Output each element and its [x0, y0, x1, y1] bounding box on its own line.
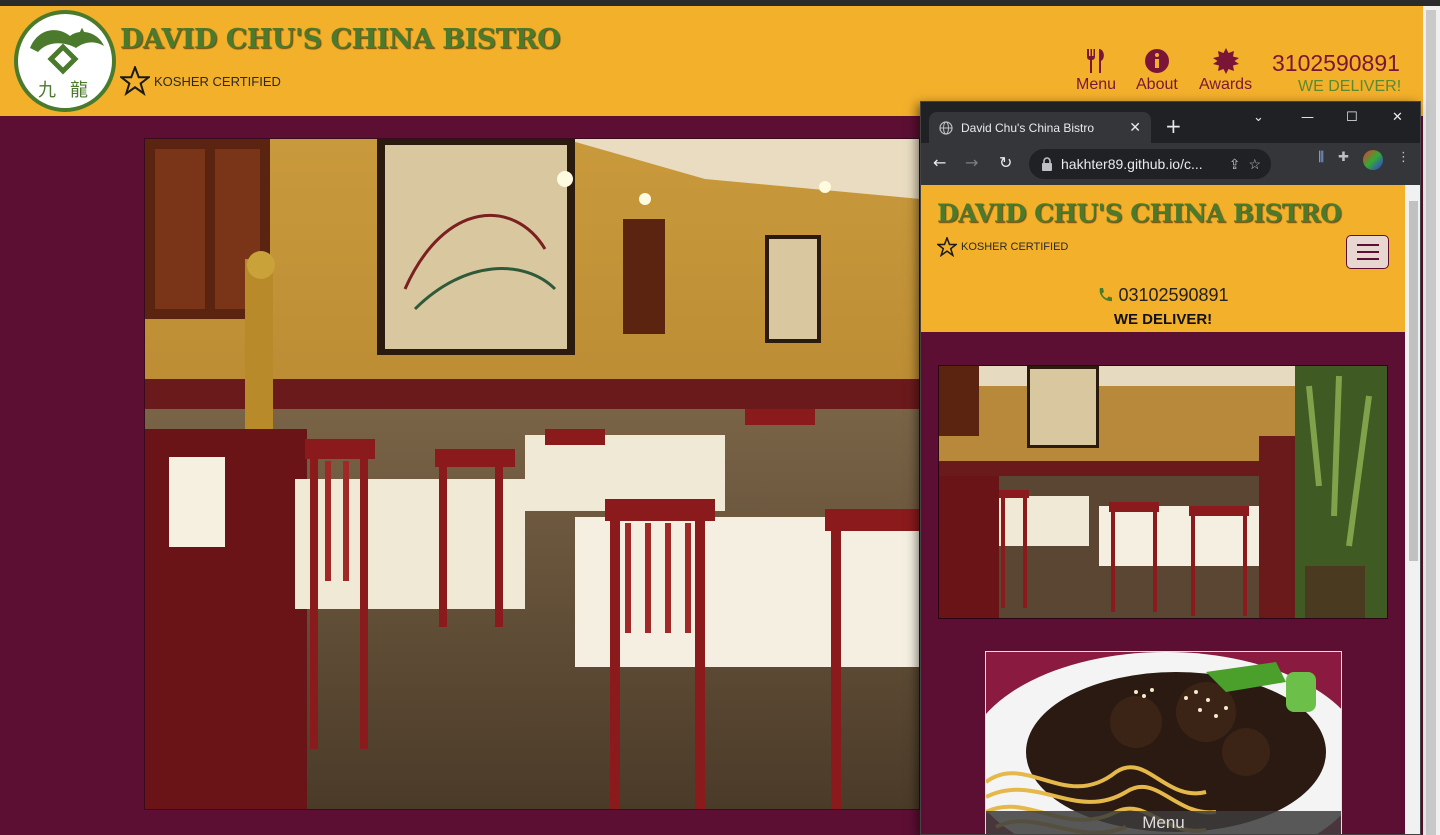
svg-text:九: 九	[38, 80, 56, 101]
globe-icon	[939, 120, 953, 135]
brand-title[interactable]: DAVID CHU'S CHINA BISTRO	[120, 24, 561, 55]
hamburger-menu-button[interactable]	[1346, 235, 1389, 269]
phone-number[interactable]: 3102590891	[1272, 50, 1400, 77]
restaurant-logo[interactable]: 九 龍	[14, 10, 116, 112]
certificate-icon	[1212, 46, 1239, 76]
fork-knife-icon	[1084, 46, 1108, 76]
tab-search-icon[interactable]: ⌄	[1253, 110, 1264, 125]
back-icon[interactable]: ←	[933, 154, 946, 172]
lock-icon	[1042, 157, 1052, 171]
mobile-phone[interactable]: 03102590891	[921, 285, 1405, 306]
browser-window: David Chu's China Bistro ✕ + ⌄ — ☐ ✕ ← →…	[920, 101, 1421, 835]
address-bar[interactable]: hakhter89.github.io/c... ⇪ ☆	[1029, 149, 1271, 179]
mobile-kosher-label: KOSHER CERTIFIED	[961, 241, 1069, 253]
close-window-icon[interactable]: ✕	[1392, 110, 1403, 125]
browser-scrollbar[interactable]	[1405, 185, 1420, 834]
browser-scrollbar-thumb[interactable]	[1409, 201, 1418, 561]
reload-icon[interactable]: ↻	[999, 154, 1012, 172]
star-icon	[937, 237, 957, 257]
hero-restaurant-photo	[144, 138, 920, 810]
nav-awards-label: Awards	[1199, 76, 1253, 93]
kosher-label: KOSHER CERTIFIED	[154, 73, 281, 89]
nav-about-label: About	[1136, 76, 1178, 93]
puzzle-icon[interactable]: ✚	[1338, 150, 1349, 170]
mobile-phone-number: 03102590891	[1118, 285, 1229, 305]
share-icon[interactable]: ⇪	[1229, 156, 1241, 173]
svg-text:龍: 龍	[70, 80, 88, 101]
mobile-brand-title[interactable]: DAVID CHU'S CHINA BISTRO	[937, 199, 1342, 228]
extensions-area: ⫼ ✚ ⋮	[1318, 150, 1410, 170]
kebab-menu-icon[interactable]: ⋮	[1397, 150, 1410, 170]
nav-menu-label: Menu	[1076, 76, 1117, 93]
new-tab-button[interactable]: +	[1165, 116, 1182, 136]
menu-card[interactable]: Menu	[985, 651, 1342, 834]
mobile-kosher-badge: KOSHER CERTIFIED	[937, 237, 1068, 257]
page-scrollbar-thumb[interactable]	[1426, 10, 1436, 835]
nav-awards[interactable]: Awards	[1199, 46, 1252, 94]
profile-avatar[interactable]	[1363, 150, 1383, 170]
site-header: 九 龍 DAVID CHU'S CHINA BISTRO KOSHER CERT…	[0, 6, 1423, 116]
mobile-hero-photo	[938, 365, 1388, 619]
browser-tab[interactable]: David Chu's China Bistro ✕	[929, 112, 1151, 143]
maximize-icon[interactable]: ☐	[1346, 110, 1358, 125]
kosher-badge: KOSHER CERTIFIED	[120, 66, 281, 96]
tab-title: David Chu's China Bistro	[961, 120, 1095, 135]
info-icon	[1144, 46, 1170, 76]
page-scrollbar[interactable]	[1423, 6, 1440, 835]
browser-toolbar: ← → ↻ hakhter89.github.io/c... ⇪ ☆ ⫼ ✚ ⋮	[921, 143, 1420, 185]
bookmark-star-icon[interactable]: ☆	[1248, 156, 1271, 173]
deliver-label: WE DELIVER!	[1298, 78, 1402, 95]
forward-icon[interactable]: →	[965, 154, 978, 172]
minimize-icon[interactable]: —	[1301, 110, 1314, 125]
menu-card-label: Menu	[986, 811, 1341, 834]
url-text: hakhter89.github.io/c...	[1061, 156, 1203, 172]
nav-about[interactable]: About	[1136, 46, 1178, 94]
food-photo	[986, 652, 1341, 834]
tab-strip: David Chu's China Bistro ✕ + ⌄ — ☐ ✕	[921, 102, 1420, 143]
mobile-header: DAVID CHU'S CHINA BISTRO KOSHER CERTIFIE…	[921, 185, 1405, 332]
extension-icon[interactable]: ⫼	[1318, 150, 1324, 170]
star-icon	[120, 66, 150, 96]
phone-icon	[1100, 288, 1113, 302]
mobile-viewport: DAVID CHU'S CHINA BISTRO KOSHER CERTIFIE…	[921, 185, 1405, 834]
tab-close-icon[interactable]: ✕	[1129, 119, 1141, 136]
nav-menu[interactable]: Menu	[1076, 46, 1116, 94]
mobile-deliver-label: WE DELIVER!	[1113, 311, 1213, 328]
